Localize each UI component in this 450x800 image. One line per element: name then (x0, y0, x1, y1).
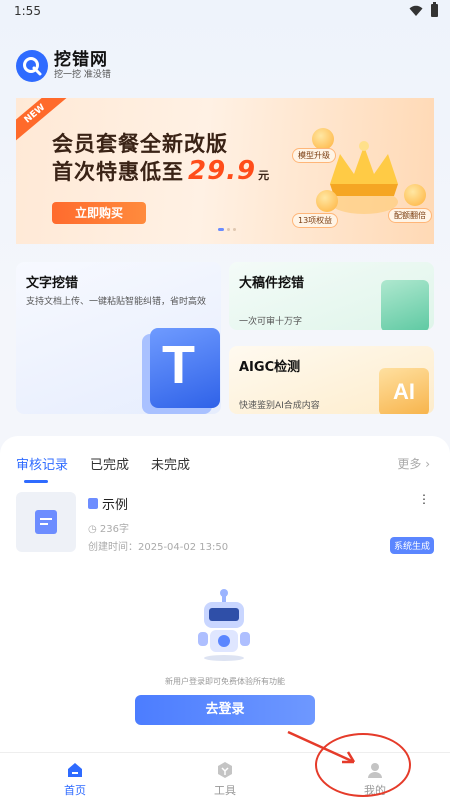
aigc-title: AIGC检测 (239, 360, 301, 375)
robot-icon (198, 589, 250, 661)
document-icon (35, 510, 57, 534)
nav-tools-label: 工具 (214, 784, 236, 797)
banner-offer: 首次特惠低至 29.9 元 (52, 156, 270, 186)
ai-icon: AI (379, 368, 429, 414)
coin-icon (316, 190, 338, 212)
text-t-icon: T (150, 328, 220, 408)
nav-home-label: 首页 (64, 784, 86, 797)
status-bar: 1:55 (0, 0, 450, 24)
coin-icon (404, 184, 426, 206)
banner-offer-text: 首次特惠低至 (52, 160, 184, 184)
benefit-pill: 模型升级 (292, 148, 336, 163)
big-doc-desc: 一次可审十万字 (239, 317, 303, 327)
wifi-icon (409, 5, 423, 16)
document-icon (88, 498, 98, 509)
aigc-card[interactable]: AIGC检测 快速鉴别AI合成内容 AI (229, 346, 434, 414)
nav-home[interactable]: 首页 (0, 753, 150, 800)
tab-incomplete[interactable]: 未完成 (151, 454, 190, 473)
status-icons (409, 2, 438, 17)
benefit-pill: 配额翻倍 (388, 208, 432, 223)
carousel-dot (218, 228, 224, 231)
system-generated-badge: 系统生成 (389, 537, 434, 554)
carousel-indicator (218, 228, 236, 231)
text-check-title: 文字挖错 (26, 276, 79, 291)
record-word-count: ◷ 236字 (88, 524, 129, 535)
record-title[interactable]: 示例 (88, 494, 128, 513)
tools-icon (218, 762, 232, 778)
login-hint: 新用户登录即可免费体验所有功能 (165, 677, 285, 686)
home-icon (68, 763, 82, 777)
coin-icon (312, 128, 334, 150)
banner-price: 29.9 (188, 156, 257, 186)
record-thumbnail[interactable] (16, 492, 76, 552)
brand-slogan: 挖一挖 准没错 (54, 70, 111, 80)
login-button[interactable]: 去登录 (135, 695, 315, 725)
banner-headline: 会员套餐全新改版 (52, 132, 228, 156)
brand-name: 挖错网 (54, 50, 108, 70)
banner-price-unit: 元 (258, 169, 271, 182)
more-link[interactable]: 更多 › (397, 455, 430, 472)
big-doc-title: 大稿件挖错 (239, 276, 305, 291)
document-icon (381, 280, 429, 330)
text-check-desc: 支持文档上传、一键粘贴智能纠错，省时高效 (26, 297, 207, 307)
benefit-pill: 13项权益 (292, 213, 339, 228)
promo-banner[interactable]: NEW 会员套餐全新改版 首次特惠低至 29.9 元 立即购买 模型升级 13项… (16, 98, 434, 244)
brand-logo: 挖错网 挖一挖 准没错 (16, 50, 111, 82)
annotation-circle (315, 733, 411, 797)
aigc-desc: 快速鉴别AI合成内容 (239, 401, 320, 411)
record-created-time: 创建时间：2025-04-02 13:50 (88, 542, 229, 553)
status-time: 1:55 (14, 4, 41, 18)
battery-icon (431, 2, 438, 17)
logo-mark-icon (16, 50, 48, 82)
buy-now-button[interactable]: 立即购买 (52, 202, 146, 224)
carousel-dot (227, 228, 230, 231)
nav-tools[interactable]: 工具 (150, 753, 300, 800)
text-check-card[interactable]: 文字挖错 支持文档上传、一键粘贴智能纠错，省时高效 T (16, 262, 221, 414)
records-panel: 审核记录 已完成 未完成 更多 › 示例 ◷ 236字 创建时间：2025-04… (0, 436, 450, 752)
records-tabs: 审核记录 已完成 未完成 (16, 454, 190, 483)
carousel-dot (233, 228, 236, 231)
big-doc-card[interactable]: 大稿件挖错 一次可审十万字 (229, 262, 434, 330)
more-options-icon[interactable]: ⋮ (418, 492, 430, 506)
tab-review-records[interactable]: 审核记录 (16, 454, 68, 483)
tab-completed[interactable]: 已完成 (90, 454, 129, 473)
record-title-text: 示例 (102, 498, 129, 513)
